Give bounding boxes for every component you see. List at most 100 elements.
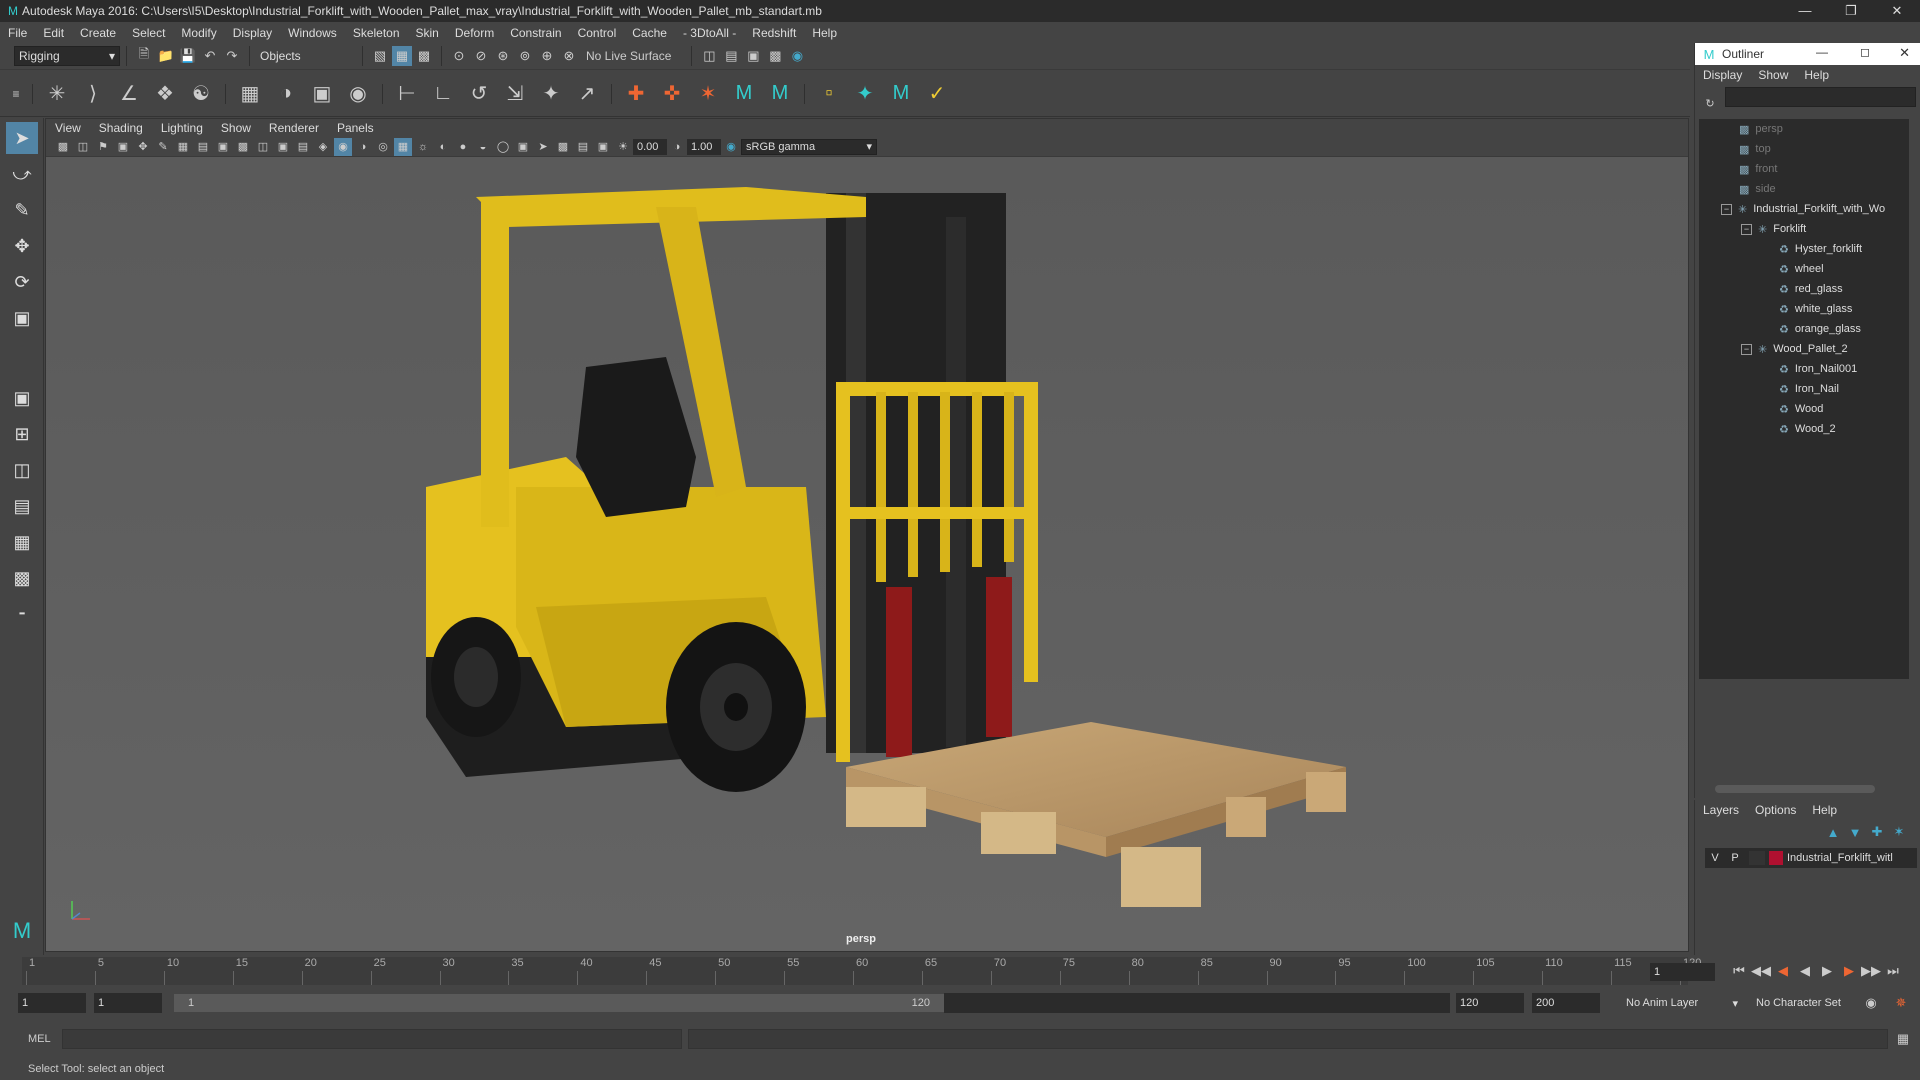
step-back-key-icon[interactable]: ◀: [1773, 961, 1793, 981]
character-set-dropdown[interactable]: No Character Set: [1752, 993, 1872, 1013]
xray-joints-icon[interactable]: ▣: [594, 138, 612, 156]
tree-item[interactable]: ♻ Hyster_forklift: [1699, 239, 1909, 259]
gamma-field[interactable]: 1.00: [687, 138, 721, 155]
move-layer-down-icon[interactable]: ▼: [1845, 822, 1865, 842]
refresh-icon[interactable]: ↻: [1700, 93, 1720, 113]
bind-skin-icon[interactable]: ▦: [234, 78, 266, 110]
outliner-menu-help[interactable]: Help: [1796, 68, 1837, 82]
redo-icon[interactable]: ↷: [222, 46, 242, 66]
parent-constraint-icon[interactable]: ✦: [535, 78, 567, 110]
paint-select-icon[interactable]: ✎: [6, 194, 38, 226]
paint-weights-icon[interactable]: ◑: [270, 78, 302, 110]
auto-key-icon[interactable]: ◉: [1861, 993, 1881, 1013]
hik-icon[interactable]: ✶: [692, 78, 724, 110]
layer-playback-toggle[interactable]: P: [1725, 852, 1745, 864]
xray-icon[interactable]: ▩: [554, 138, 572, 156]
menu-cache[interactable]: Cache: [624, 26, 675, 40]
gate-mask-icon[interactable]: ▩: [234, 138, 252, 156]
outliner-minimize-button[interactable]: —: [1816, 45, 1828, 59]
vp-menu-renderer[interactable]: Renderer: [260, 121, 328, 135]
resolution-gate-icon[interactable]: ▣: [214, 138, 232, 156]
snap-surface-icon[interactable]: ⊕: [537, 46, 557, 66]
ipr-render-icon[interactable]: ▣: [743, 46, 763, 66]
script-editor-icon[interactable]: ▦: [1893, 1029, 1913, 1049]
menu-display[interactable]: Display: [225, 26, 280, 40]
menu-file[interactable]: File: [0, 26, 35, 40]
bookmark-icon[interactable]: ⚑: [94, 138, 112, 156]
isolate-select-icon[interactable]: ➤: [534, 138, 552, 156]
scene-view[interactable]: persp: [46, 157, 1688, 951]
outliner-hscroll[interactable]: [1715, 785, 1875, 793]
outliner-menu-show[interactable]: Show: [1750, 68, 1796, 82]
playback-end-field[interactable]: 120: [1456, 993, 1524, 1013]
safe-title-icon[interactable]: ▤: [294, 138, 312, 156]
render-view-icon[interactable]: ▩: [765, 46, 785, 66]
tree-item[interactable]: − ✳ Forklift: [1699, 219, 1909, 239]
new-scene-icon[interactable]: 🗎: [134, 46, 154, 66]
playback-start-field[interactable]: 1: [94, 993, 162, 1013]
depth-of-field-icon[interactable]: ▣: [514, 138, 532, 156]
viewport-panel[interactable]: View Shading Lighting Show Renderer Pane…: [45, 118, 1689, 952]
four-pane-icon[interactable]: ⊞: [6, 418, 38, 450]
blend-shape-icon[interactable]: ▫: [813, 78, 845, 110]
layers-menu-layers[interactable]: Layers: [1695, 803, 1747, 817]
outliner-maximize-button[interactable]: ◻: [1860, 45, 1870, 59]
exposure-icon[interactable]: ☀: [614, 138, 632, 156]
cluster-icon[interactable]: ◉: [342, 78, 374, 110]
vp-menu-panels[interactable]: Panels: [328, 121, 383, 135]
step-back-icon[interactable]: ◀◀: [1751, 961, 1771, 981]
menu-control[interactable]: Control: [570, 26, 625, 40]
maya-m3-icon[interactable]: M: [885, 78, 917, 110]
move-layer-up-icon[interactable]: ▲: [1823, 822, 1843, 842]
live-surface-label[interactable]: No Live Surface: [586, 49, 671, 63]
point-constraint-icon[interactable]: ⊢: [391, 78, 423, 110]
snap-live-icon[interactable]: ⊗: [559, 46, 579, 66]
render-frame-icon[interactable]: ▤: [721, 46, 741, 66]
select-tool-icon[interactable]: ➤: [6, 122, 38, 154]
tree-item[interactable]: − ✳ Industrial_Forklift_with_Wo: [1699, 199, 1909, 219]
maya-m2-icon[interactable]: M: [764, 78, 796, 110]
wire-deformer-icon[interactable]: ✦: [849, 78, 881, 110]
joint-tool-icon[interactable]: ✳: [41, 78, 73, 110]
image-plane-icon[interactable]: ▣: [114, 138, 132, 156]
ik-handle-icon[interactable]: ⟩: [77, 78, 109, 110]
collapse-icon[interactable]: −: [1741, 343, 1752, 355]
mirror-joint-icon[interactable]: ❖: [149, 78, 181, 110]
outliner-search-input[interactable]: [1725, 87, 1916, 107]
field-chart-icon[interactable]: ◫: [254, 138, 272, 156]
layer-color-swatch[interactable]: [1769, 851, 1783, 865]
menu-redshift[interactable]: Redshift: [744, 26, 804, 40]
maya-m-icon[interactable]: M: [728, 78, 760, 110]
menu-set-dropdown[interactable]: Rigging ▾: [14, 46, 120, 66]
scale-constraint-icon[interactable]: ⇲: [499, 78, 531, 110]
snap-view-icon[interactable]: ⊚: [515, 46, 535, 66]
layer-display-type[interactable]: [1749, 851, 1765, 865]
play-forwards-icon[interactable]: ▶: [1817, 961, 1837, 981]
tree-item[interactable]: ♻ Iron_Nail: [1699, 379, 1909, 399]
two-pane-stacked-icon[interactable]: ▤: [6, 490, 38, 522]
step-forward-icon[interactable]: ▶▶: [1861, 961, 1881, 981]
tree-item[interactable]: ♻ Iron_Nail001: [1699, 359, 1909, 379]
tree-item[interactable]: ▩ top: [1699, 139, 1909, 159]
tree-item[interactable]: ▩ side: [1699, 179, 1909, 199]
orient-joint-icon[interactable]: ☯: [185, 78, 217, 110]
menu-skeleton[interactable]: Skeleton: [345, 26, 408, 40]
step-forward-key-icon[interactable]: ▶: [1839, 961, 1859, 981]
animation-start-field[interactable]: 1: [18, 993, 86, 1013]
tree-item[interactable]: − ✳ Wood_Pallet_2: [1699, 339, 1909, 359]
animation-end-field[interactable]: 200: [1532, 993, 1600, 1013]
time-slider[interactable]: 1 5 10 15 20 25 30 35 40 45 50 55 60 65 70 75 80 85 90 95 10…: [0, 955, 1920, 989]
smooth-shade-icon[interactable]: ◉: [334, 137, 352, 156]
menu-select[interactable]: Select: [124, 26, 173, 40]
camera-select-icon[interactable]: ▩: [54, 138, 72, 156]
film-gate-icon[interactable]: ▤: [194, 138, 212, 156]
tree-item[interactable]: ♻ Wood_2: [1699, 419, 1909, 439]
view-transform-dropdown[interactable]: sRGB gamma ▾: [741, 138, 877, 155]
new-layer-selected-icon[interactable]: ✶: [1889, 822, 1909, 842]
tree-item[interactable]: ♻ wheel: [1699, 259, 1909, 279]
anim-prefs-icon[interactable]: ✵: [1891, 993, 1911, 1013]
screen-space-ao-icon[interactable]: ●: [454, 138, 472, 156]
collapse-icon[interactable]: −: [1741, 223, 1752, 235]
grid-icon[interactable]: ▦: [174, 138, 192, 156]
menu-modify[interactable]: Modify: [173, 26, 224, 40]
